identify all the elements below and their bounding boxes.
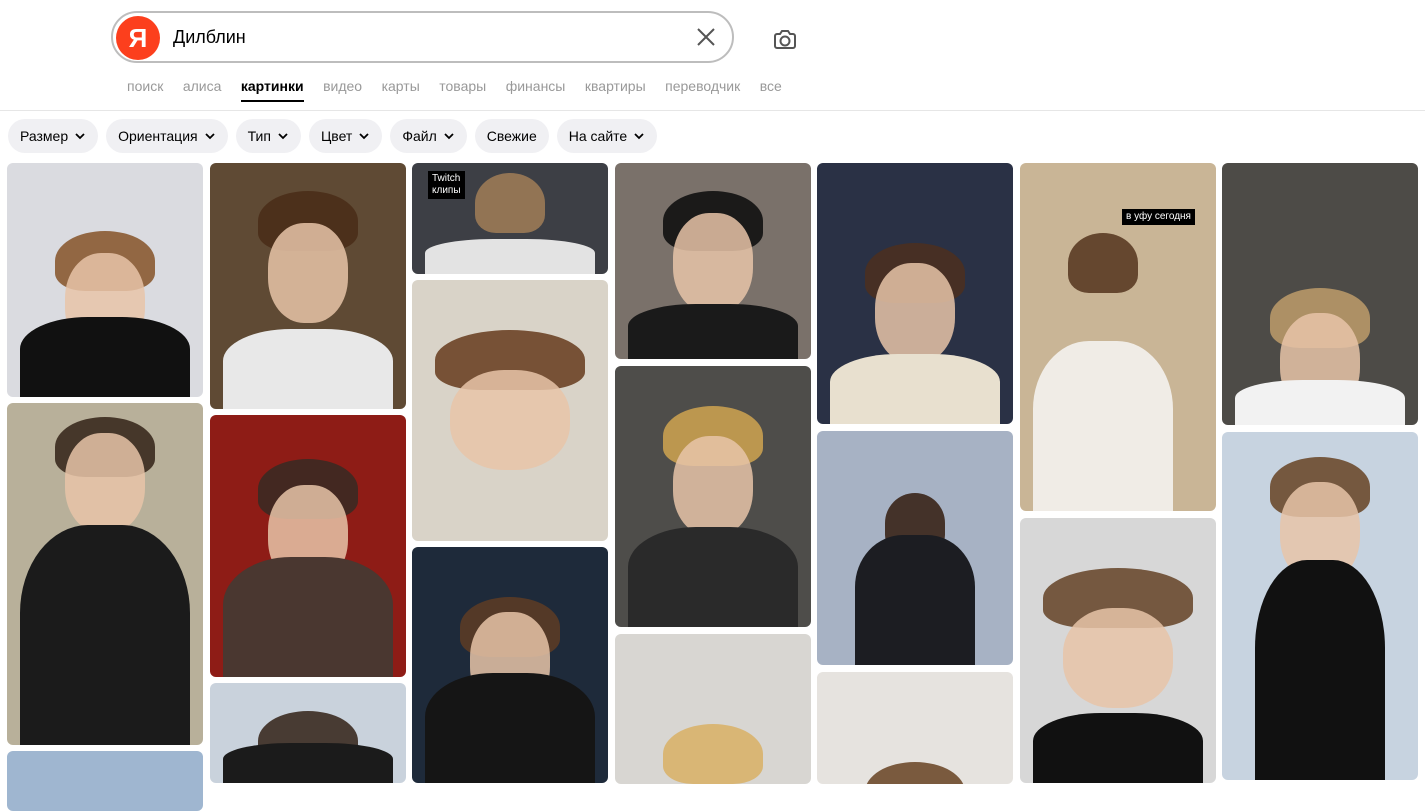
filter-orientation[interactable]: Ориентация [106, 119, 228, 153]
tab-poisk[interactable]: поиск [127, 78, 163, 102]
chevron-down-icon [278, 133, 288, 140]
tab-finance[interactable]: финансы [506, 78, 566, 102]
image-thumbnail[interactable] [412, 280, 608, 541]
close-icon[interactable] [694, 25, 718, 49]
tab-goods[interactable]: товары [439, 78, 486, 102]
image-thumbnail[interactable] [1222, 432, 1418, 780]
filter-size[interactable]: Размер [8, 119, 99, 153]
tab-alisa[interactable]: алиса [183, 78, 222, 102]
image-thumbnail[interactable] [615, 163, 811, 359]
search-box[interactable]: Я Дилблин [111, 11, 734, 63]
twitch-label: Twitch клипы [428, 171, 465, 199]
filter-fresh[interactable]: Свежие [474, 119, 549, 153]
filter-label: Файл [402, 128, 437, 144]
image-thumbnail[interactable] [210, 415, 406, 677]
image-thumbnail[interactable] [7, 751, 203, 811]
search-input[interactable]: Дилблин [173, 27, 246, 48]
image-thumbnail[interactable] [210, 163, 406, 409]
filter-label: Цвет [320, 128, 353, 144]
filter-file[interactable]: Файл [390, 119, 467, 153]
image-thumbnail[interactable]: Twitch клипы [412, 163, 608, 274]
filter-type[interactable]: Тип [235, 119, 301, 153]
filter-site[interactable]: На сайте [556, 119, 658, 153]
image-thumbnail[interactable]: в уфу сегодня [1020, 163, 1216, 511]
tab-maps[interactable]: карты [382, 78, 420, 102]
image-thumbnail[interactable] [210, 683, 406, 783]
tab-all[interactable]: все [760, 78, 782, 102]
filter-label: Размер [20, 128, 69, 144]
image-thumbnail[interactable] [615, 366, 811, 627]
tab-images[interactable]: картинки [240, 78, 304, 102]
image-thumbnail[interactable] [817, 163, 1013, 424]
filter-color[interactable]: Цвет [308, 119, 383, 153]
image-thumbnail[interactable] [412, 547, 608, 783]
search-tabs: поиск алиса картинки видео карты товары … [127, 78, 801, 102]
image-thumbnail[interactable] [817, 431, 1013, 665]
image-thumbnail[interactable] [1222, 163, 1418, 425]
tab-apartments[interactable]: квартиры [585, 78, 646, 102]
chevron-down-icon [204, 133, 215, 140]
filter-label: Тип [247, 128, 271, 144]
filter-bar: Размер Ориентация Тип Цвет Файл Свежие Н… [8, 119, 658, 153]
filter-label: Ориентация [118, 128, 198, 144]
ufa-label: в уфу сегодня [1122, 209, 1195, 225]
chevron-down-icon [634, 133, 644, 140]
filter-label: На сайте [568, 128, 628, 144]
image-thumbnail[interactable] [615, 634, 811, 784]
image-thumbnail[interactable] [1020, 518, 1216, 783]
filter-label: Свежие [486, 128, 537, 144]
yandex-logo[interactable]: Я [116, 16, 160, 60]
image-thumbnail[interactable] [817, 672, 1013, 784]
tab-translator[interactable]: переводчик [665, 78, 740, 102]
chevron-down-icon [444, 133, 454, 140]
image-thumbnail[interactable] [7, 163, 203, 397]
chevron-down-icon [359, 133, 369, 140]
chevron-down-icon [75, 133, 85, 140]
header-divider [0, 110, 1425, 111]
image-thumbnail[interactable] [7, 403, 203, 745]
camera-icon[interactable] [771, 25, 799, 53]
tab-video[interactable]: видео [323, 78, 362, 102]
